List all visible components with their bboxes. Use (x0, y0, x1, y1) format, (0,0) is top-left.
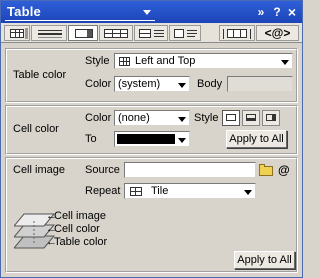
tab-column-lines-icon[interactable] (134, 25, 168, 41)
repeat-value: Tile (151, 185, 169, 197)
cell-style-label: Style (194, 112, 219, 124)
source-input[interactable] (124, 162, 256, 178)
folder-icon[interactable] (259, 164, 274, 176)
title-dropdown-icon[interactable] (143, 10, 151, 15)
cell-image-label: Cell image (13, 164, 65, 176)
tab-bracket-cell-icon[interactable] (219, 25, 255, 41)
table-style-select[interactable]: Left and Top (114, 53, 293, 69)
layer-cell-color: Cell color (54, 223, 100, 235)
tab-table-icon[interactable] (4, 25, 30, 41)
style-bottom-icon[interactable] (242, 110, 260, 126)
tab-row-lines-icon[interactable] (31, 25, 67, 41)
tab-columns-icon[interactable] (99, 25, 133, 41)
tile-icon (130, 187, 142, 196)
arrow-left-icon: ← (46, 236, 57, 248)
cell-color-label: Cell color (13, 123, 59, 135)
tab-image-icon[interactable] (169, 25, 201, 41)
style-plain-icon[interactable] (222, 110, 240, 126)
chevron-down-icon[interactable] (178, 138, 186, 143)
style-right-icon[interactable] (262, 110, 280, 126)
tab-toolbar: <@> (1, 23, 302, 43)
table-color-label: Table color (13, 69, 67, 81)
layer-cell-image: Cell image (54, 210, 106, 222)
style-label: Style (85, 55, 110, 67)
color-label: Color (85, 78, 112, 90)
layer-table-color: Table color (54, 236, 108, 248)
cell-color-color-label: Color (85, 112, 112, 124)
title-underline (5, 20, 155, 21)
cell-color-apply-all-button[interactable]: Apply to All (226, 130, 287, 148)
cell-color-value: (none) (118, 112, 150, 124)
cell-image-apply-all-button[interactable]: Apply to All (234, 251, 295, 269)
help-icon[interactable]: ? (271, 5, 283, 19)
table-color-value: (system) (118, 78, 161, 90)
window-title: Table (7, 4, 41, 19)
repeat-label: Repeat (85, 185, 121, 197)
chevron-down-icon[interactable] (244, 190, 252, 195)
close-icon[interactable]: × (286, 5, 298, 19)
body-label: Body (197, 78, 223, 90)
source-label: Source (85, 164, 120, 176)
arrow-left-icon: ← (46, 210, 57, 222)
chevron-down-icon[interactable] (281, 60, 289, 65)
body-color-select[interactable] (227, 76, 293, 92)
cell-color-group: Cell color Color (none) Style To Apply t… (5, 105, 298, 155)
table-style-value: Left and Top (135, 55, 196, 67)
repeat-select[interactable]: Tile (124, 183, 256, 199)
table-color-group: Table color Style Left and Top Color (sy… (5, 48, 298, 103)
chevron-down-icon[interactable] (178, 83, 186, 88)
to-label: To (85, 133, 97, 145)
cell-image-group: Cell image Source @ Repeat Tile Cell ima… (5, 157, 298, 273)
chevron-down-icon[interactable] (178, 117, 186, 122)
collapse-icon[interactable]: » (255, 5, 267, 19)
table-style-grid-icon (119, 57, 130, 66)
tab-code-icon[interactable]: <@> (256, 25, 299, 41)
arrow-left-icon: ← (46, 223, 57, 235)
at-icon[interactable]: @ (278, 163, 290, 177)
tab-cell-highlight-icon[interactable] (68, 25, 98, 41)
title-bar[interactable]: Table » ? × (1, 1, 302, 23)
table-palette-window: Table » ? × <@> Table color Style Left a… (0, 0, 303, 278)
to-color-swatch (117, 134, 175, 144)
